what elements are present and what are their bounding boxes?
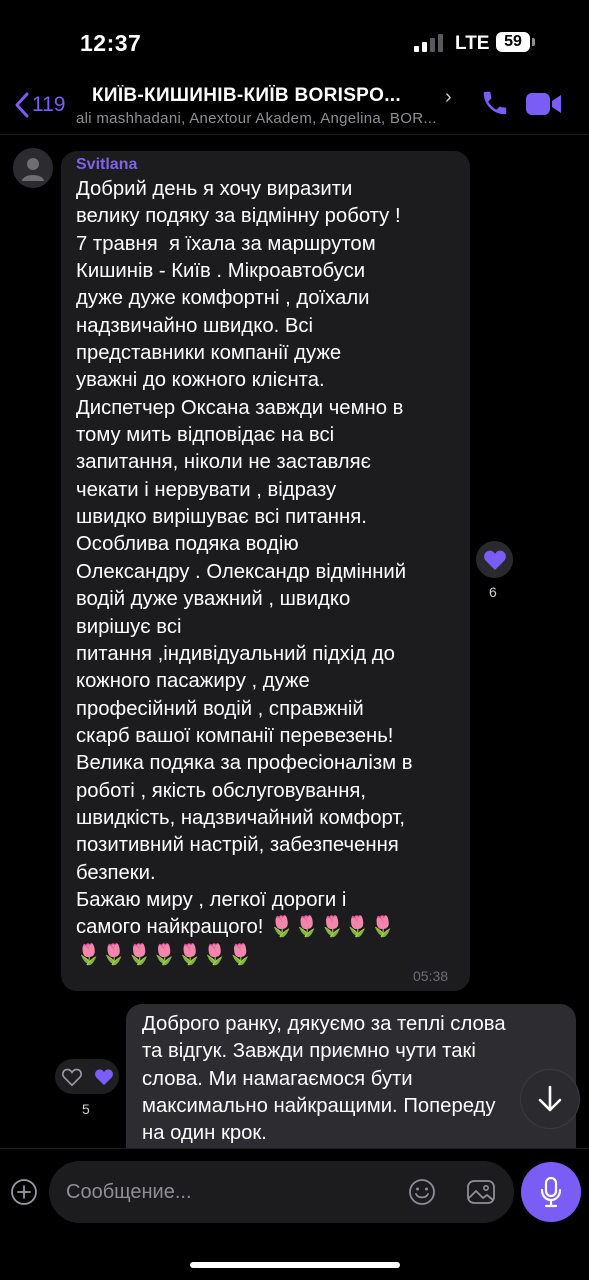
battery-icon: 59	[496, 32, 530, 52]
phone-icon[interactable]	[480, 88, 510, 118]
chevron-right-icon[interactable]: ›	[445, 86, 452, 109]
unread-count: 119	[32, 93, 66, 116]
emoji-icon[interactable]	[407, 1177, 437, 1207]
chevron-left-icon	[15, 92, 29, 118]
home-indicator	[190, 1262, 400, 1268]
voice-message-button[interactable]	[521, 1162, 581, 1222]
chat-title[interactable]: КИЇВ-КИШИНІВ-КИЇВ BORISPO...	[92, 85, 442, 107]
composer-divider	[0, 1148, 589, 1149]
sticker-icon[interactable]	[465, 1177, 497, 1207]
status-time: 12:37	[80, 30, 142, 56]
microphone-icon	[540, 1176, 562, 1208]
sender-name[interactable]: Svitlana	[76, 156, 137, 174]
arrow-down-icon	[538, 1085, 562, 1112]
person-icon	[22, 158, 44, 181]
incoming-message-text: Добрий день я хочу виразити велику подяк…	[76, 178, 413, 966]
message-input-placeholder[interactable]: Сообщение...	[66, 1181, 192, 1204]
heart-icon	[483, 550, 506, 570]
cellular-signal-icon	[414, 34, 443, 52]
video-call-icon[interactable]	[525, 90, 563, 118]
outgoing-message-text: Доброго ранку, дякуємо за теплі слова та…	[142, 1013, 506, 1145]
network-type: LTE	[455, 33, 490, 54]
message-timestamp: 05:38	[413, 968, 449, 984]
header-divider	[0, 134, 589, 135]
reaction-heart-button[interactable]	[476, 541, 513, 578]
battery-nub	[532, 38, 535, 46]
avatar[interactable]	[13, 148, 53, 188]
reaction-count: 6	[489, 584, 497, 600]
back-button[interactable]: 119	[14, 92, 65, 118]
heart-outline-icon[interactable]	[61, 1067, 83, 1087]
reaction-pill[interactable]	[55, 1059, 119, 1094]
chat-members[interactable]: ali mashhadani, Anextour Akadem, Angelin…	[76, 110, 460, 127]
scroll-down-button[interactable]	[521, 1070, 579, 1128]
add-attachment-icon[interactable]	[10, 1178, 38, 1206]
heart-icon[interactable]	[94, 1068, 114, 1086]
reaction-count: 5	[82, 1101, 90, 1117]
